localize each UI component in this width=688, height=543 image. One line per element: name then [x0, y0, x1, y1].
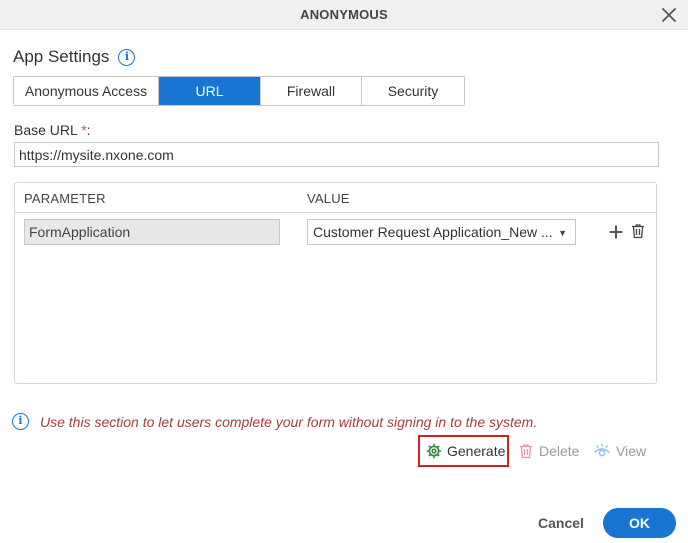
trash-icon — [520, 444, 532, 459]
hint-text: Use this section to let users complete y… — [40, 413, 538, 430]
delete-button-label: Delete — [539, 443, 580, 459]
generate-button[interactable]: Generate — [418, 435, 509, 467]
base-url-input[interactable] — [14, 142, 659, 167]
parameter-field: FormApplication — [24, 219, 280, 245]
ok-button[interactable]: OK — [603, 508, 676, 538]
close-icon[interactable] — [660, 6, 678, 24]
tab-url[interactable]: URL — [159, 77, 261, 105]
info-icon[interactable]: i — [118, 48, 136, 66]
value-dropdown[interactable]: Customer Request Application_New ... ▼ — [307, 219, 576, 245]
parameter-table: PARAMETER VALUE FormApplication Customer… — [14, 182, 657, 384]
tab-anonymous-access[interactable]: Anonymous Access — [14, 77, 159, 105]
info-icon: i — [12, 413, 29, 430]
view-button-label: View — [616, 443, 647, 459]
generate-button-label: Generate — [447, 443, 506, 459]
base-url-label: Base URL *: — [14, 122, 91, 138]
tab-security[interactable]: Security — [362, 77, 464, 105]
column-header-parameter: PARAMETER — [24, 191, 106, 206]
base-url-label-colon: : — [86, 122, 91, 138]
dialog-titlebar: ANONYMOUS — [0, 0, 688, 30]
app-settings-header: App Settings i — [13, 47, 136, 67]
base-url-label-text: Base URL — [14, 122, 78, 138]
dialog-title: ANONYMOUS — [300, 7, 388, 22]
page-title: App Settings — [13, 47, 110, 66]
tab-firewall[interactable]: Firewall — [261, 77, 362, 105]
plus-icon[interactable] — [608, 224, 624, 240]
trash-icon[interactable] — [630, 223, 646, 239]
caret-down-icon: ▼ — [558, 228, 567, 238]
view-button[interactable]: View — [593, 443, 646, 459]
eye-icon — [593, 444, 611, 457]
gear-icon — [426, 443, 442, 459]
column-header-value: VALUE — [307, 191, 350, 206]
hint-message: i Use this section to let users complete… — [12, 413, 537, 430]
table-header: PARAMETER VALUE — [15, 183, 656, 213]
cancel-button[interactable]: Cancel — [530, 512, 592, 534]
delete-button[interactable]: Delete — [518, 443, 579, 459]
value-dropdown-text: Customer Request Application_New ... — [313, 224, 553, 240]
settings-tabs: Anonymous Access URL Firewall Security — [13, 76, 465, 106]
